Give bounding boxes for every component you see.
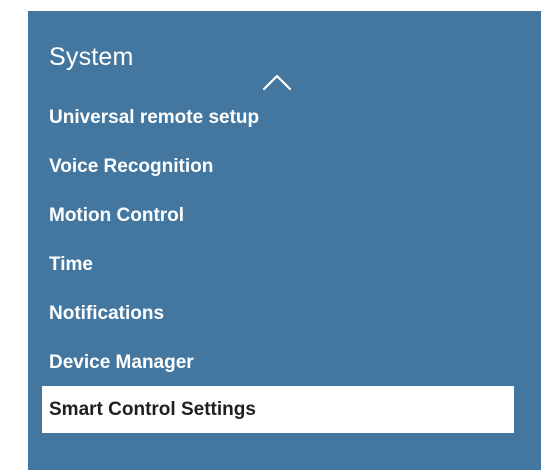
menu-item-voice-recognition[interactable]: Voice Recognition [42,143,514,190]
menu-item-universal-remote-setup[interactable]: Universal remote setup [42,94,514,141]
menu-list: Universal remote setup Voice Recognition… [28,11,541,470]
menu-item-motion-control[interactable]: Motion Control [42,192,514,239]
menu-item-notifications[interactable]: Notifications [42,290,514,337]
system-menu-panel: System Universal remote setup Voice Reco… [28,11,541,470]
menu-item-time[interactable]: Time [42,241,514,288]
menu-item-device-manager[interactable]: Device Manager [42,339,514,386]
menu-item-smart-control-settings[interactable]: Smart Control Settings [42,386,514,433]
